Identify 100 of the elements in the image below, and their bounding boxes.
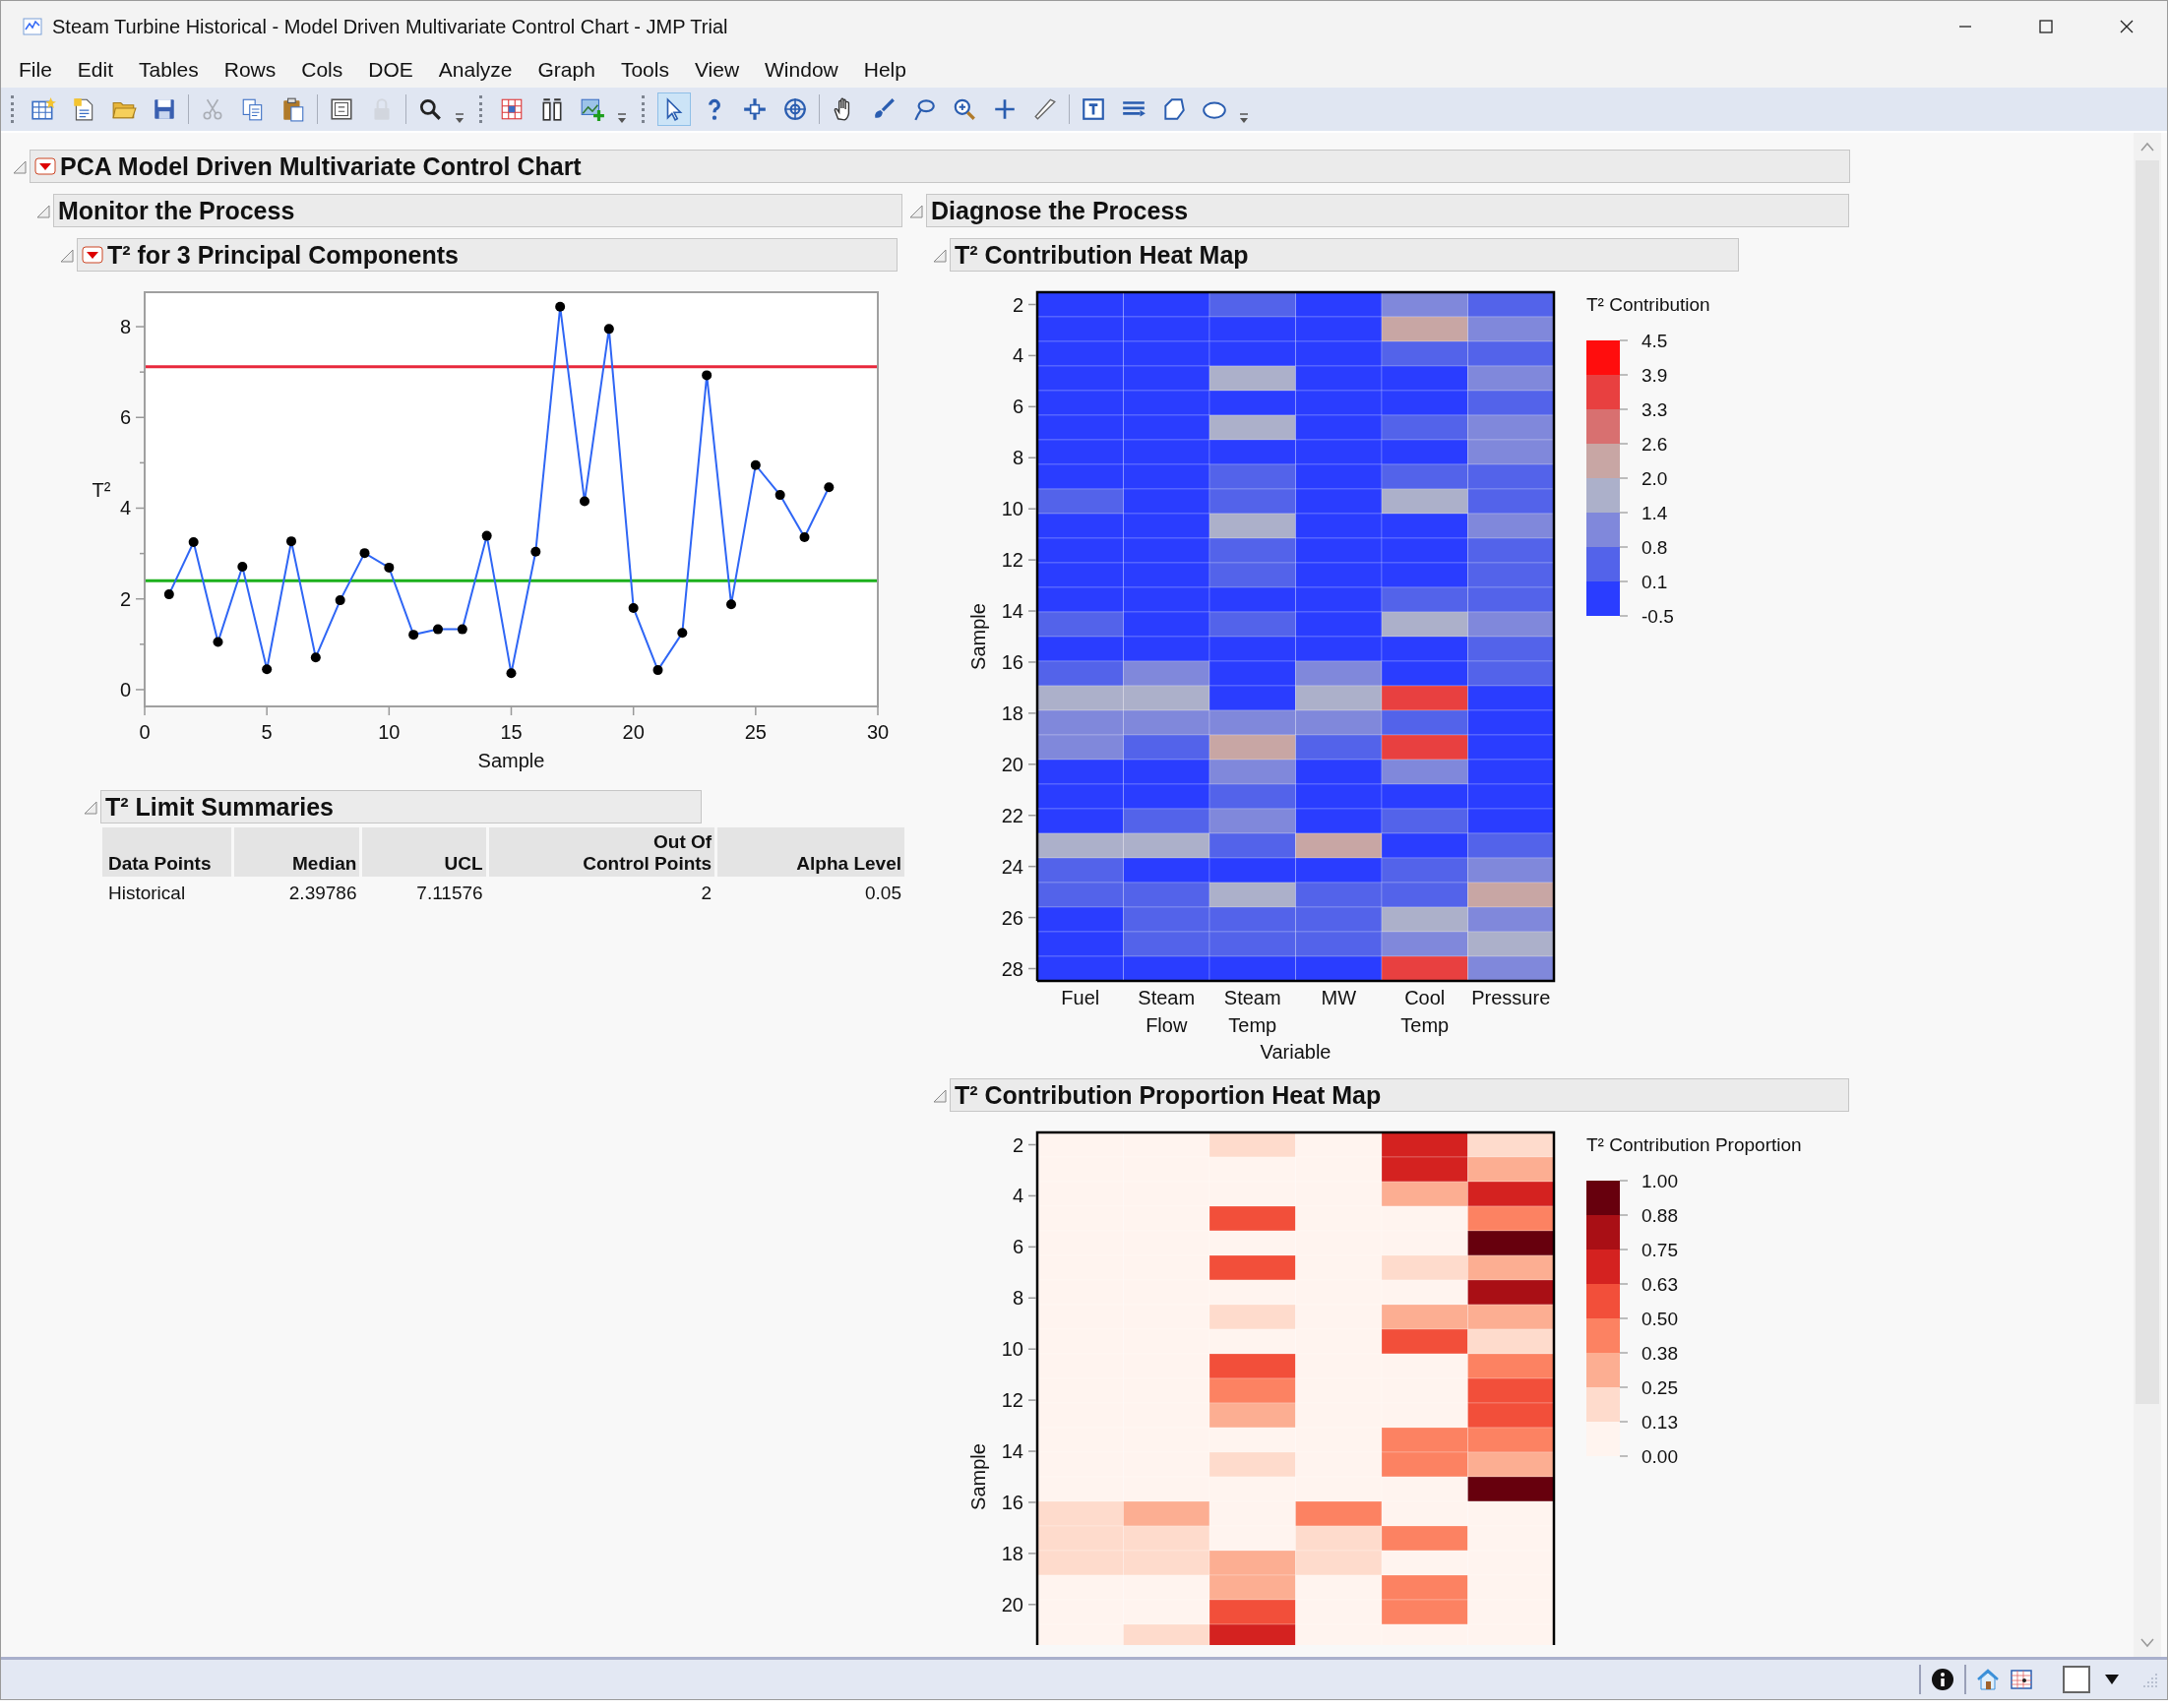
data-point <box>359 548 370 559</box>
tick-label: 24 <box>1001 855 1023 878</box>
tick-label: 2 <box>119 587 131 610</box>
legend-label: 1.4 <box>1641 502 1668 523</box>
toolbar-overflow-icon[interactable] <box>1238 110 1250 124</box>
outline-title: T² Limit Summaries <box>105 792 334 822</box>
outline-header[interactable]: T² Contribution Proportion Heat Map <box>950 1078 1849 1112</box>
menu-item[interactable]: DOE <box>355 55 426 85</box>
legend-label: -0.5 <box>1641 605 1674 627</box>
tick-label: 10 <box>378 721 401 743</box>
tick-label: 25 <box>744 721 767 743</box>
data-point <box>506 668 517 679</box>
legend-label: 0.50 <box>1641 1308 1678 1329</box>
axis-title: T² <box>92 479 111 502</box>
axis-title: Sample <box>967 603 989 670</box>
legend-label: 0.1 <box>1641 571 1668 592</box>
column-header: UCL <box>362 827 486 877</box>
tick-label: 12 <box>1001 549 1023 572</box>
tick-label: 16 <box>1001 650 1023 673</box>
outline-title: T² Contribution Proportion Heat Map <box>955 1080 1382 1110</box>
data-point <box>457 624 467 635</box>
outline-title: Monitor the Process <box>58 196 295 225</box>
column-label: MW <box>1321 987 1356 1008</box>
selection-box[interactable] <box>2063 1666 2090 1693</box>
menu-item[interactable]: View <box>681 55 753 85</box>
data-point <box>799 532 810 542</box>
data-point <box>555 301 566 312</box>
data-point <box>750 459 761 470</box>
tick-label: 6 <box>1012 396 1023 418</box>
popup-menu-icon[interactable] <box>82 246 103 264</box>
menu-item[interactable]: Help <box>850 55 919 85</box>
data-point <box>628 602 639 613</box>
outline-header[interactable]: T² for 3 Principal Components <box>77 238 898 272</box>
legend-label: 0.00 <box>1641 1445 1678 1467</box>
legend-label: 0.8 <box>1641 536 1668 558</box>
legend-label: 0.38 <box>1641 1342 1678 1364</box>
data-point <box>481 530 492 541</box>
tick-label: 2 <box>1012 1133 1023 1156</box>
menu-item[interactable]: Edit <box>64 55 127 85</box>
outline-header[interactable]: Diagnose the Process <box>926 194 1849 227</box>
table-cell-text: 2 <box>700 881 713 904</box>
tick-label: 12 <box>1001 1389 1023 1412</box>
table-cell-text: Historical <box>107 881 187 904</box>
column-label: Fuel <box>1061 987 1100 1008</box>
toolbar-overflow-icon[interactable] <box>616 110 628 124</box>
popup-menu-icon[interactable] <box>34 157 56 175</box>
tick-label: 28 <box>1001 957 1023 980</box>
legend-label: 2.0 <box>1641 467 1668 489</box>
outline-header[interactable]: Monitor the Process <box>53 194 902 227</box>
legend-label: 3.9 <box>1641 364 1668 386</box>
tick-label: 30 <box>866 721 890 743</box>
tick-label: 14 <box>1001 1440 1023 1463</box>
tick-label: 10 <box>1001 498 1023 520</box>
data-point <box>310 652 321 663</box>
tick-label: 6 <box>1012 1236 1023 1258</box>
menu-item[interactable]: Window <box>752 55 851 85</box>
menu-item[interactable]: File <box>6 55 65 85</box>
menu-item[interactable]: Analyze <box>425 55 526 85</box>
outline-header[interactable]: PCA Model Driven Multivariate Control Chart <box>30 150 1850 183</box>
home-icon[interactable] <box>1976 1668 2000 1691</box>
maximize-icon[interactable] <box>2036 17 2056 36</box>
arrow-pointer-icon[interactable] <box>657 92 691 126</box>
legend-label: 3.3 <box>1641 398 1668 420</box>
tick-label: 10 <box>1001 1338 1023 1361</box>
legend-title: T² Contribution Proportion <box>1586 1133 1802 1155</box>
outline-title: PCA Model Driven Multivariate Control Chart <box>60 152 582 181</box>
data-point <box>213 637 223 647</box>
column-label: Steam Temp <box>1223 987 1281 1036</box>
data-point <box>262 664 273 675</box>
data-point <box>677 628 688 639</box>
outline-header[interactable]: T² Contribution Heat Map <box>950 238 1739 272</box>
column-label: Steam Flow <box>1138 987 1196 1036</box>
tick-label: 14 <box>1001 600 1023 623</box>
menu-item[interactable]: Tools <box>607 55 682 85</box>
column-label: Cool Temp <box>1400 987 1450 1036</box>
data-point <box>163 589 174 600</box>
data-point <box>335 595 345 606</box>
legend-label: 0.88 <box>1641 1204 1678 1226</box>
table-cell-text: 7.11576 <box>415 881 484 904</box>
menu-item[interactable]: Graph <box>525 55 608 85</box>
axis-title: Sample <box>967 1443 989 1510</box>
axis-title: Sample <box>477 750 545 771</box>
legend-label: 2.6 <box>1641 433 1668 455</box>
menu-item[interactable]: Cols <box>288 55 356 85</box>
data-point <box>603 324 614 335</box>
info-icon[interactable] <box>1931 1668 1954 1691</box>
tick-label: 2 <box>1012 293 1023 316</box>
toolbar-overflow-icon[interactable] <box>454 110 465 124</box>
tick-label: 18 <box>1001 702 1023 724</box>
outline-header[interactable]: T² Limit Summaries <box>100 790 702 824</box>
menu-item[interactable]: Tables <box>126 55 212 85</box>
data-point <box>652 665 663 676</box>
tick-label: 4 <box>1012 344 1023 367</box>
menu-item[interactable]: Rows <box>211 55 289 85</box>
tick-label: 16 <box>1001 1491 1023 1513</box>
data-point <box>433 624 443 635</box>
vertical-scrollbar[interactable] <box>2134 133 2161 1657</box>
tick-label: 20 <box>1001 753 1023 775</box>
tick-label: 6 <box>119 406 131 429</box>
table-icon[interactable] <box>2010 1668 2033 1691</box>
